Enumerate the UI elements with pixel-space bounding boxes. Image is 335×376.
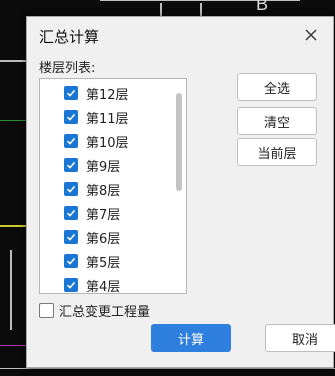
floor-label: 第8层 — [86, 183, 121, 199]
check-icon — [66, 113, 76, 121]
floor-item[interactable]: 第11层 — [64, 107, 129, 127]
summary-change-checkbox[interactable] — [39, 303, 54, 318]
cad-line — [0, 345, 26, 346]
checkbox-checked[interactable] — [64, 86, 78, 100]
calculate-button[interactable]: 计算 — [151, 324, 231, 352]
checkbox-checked[interactable] — [64, 134, 78, 148]
cad-line — [0, 225, 26, 227]
cad-line — [0, 368, 335, 369]
checkbox-checked[interactable] — [64, 278, 78, 292]
floor-list[interactable]: 第12层 第11层 第10层 第9层 第8层 第7层 第6层 第5层 第4层 — [39, 78, 187, 294]
floor-item[interactable]: 第10层 — [64, 131, 129, 151]
checkbox-checked[interactable] — [64, 254, 78, 268]
check-icon — [66, 161, 76, 169]
cancel-button[interactable]: 取消 — [265, 324, 335, 352]
check-icon — [66, 185, 76, 193]
check-icon — [66, 257, 76, 265]
check-icon — [66, 209, 76, 217]
summary-change-label: 汇总变更工程量 — [59, 305, 151, 320]
floor-item[interactable]: 第5层 — [64, 251, 120, 271]
select-all-button[interactable]: 全选 — [237, 73, 317, 101]
floor-label: 第9层 — [86, 159, 121, 175]
checkbox-checked[interactable] — [64, 182, 78, 196]
close-icon — [305, 29, 317, 41]
check-icon — [66, 89, 76, 97]
cad-label: B — [256, 0, 269, 14]
current-floor-button[interactable]: 当前层 — [237, 138, 317, 166]
checkbox-checked[interactable] — [64, 158, 78, 172]
dialog-title: 汇总计算 — [39, 28, 100, 46]
clear-button[interactable]: 清空 — [237, 107, 317, 135]
cad-line — [200, 3, 202, 16]
cad-line — [10, 250, 12, 330]
floor-item[interactable]: 第6层 — [64, 227, 120, 247]
floor-label: 第10层 — [86, 135, 129, 151]
floor-item[interactable]: 第12层 — [64, 83, 129, 103]
floor-list-label: 楼层列表: — [39, 61, 96, 76]
check-icon — [66, 137, 76, 145]
checkbox-checked[interactable] — [64, 110, 78, 124]
cad-line — [0, 120, 26, 121]
floor-item[interactable]: 第9层 — [64, 155, 120, 175]
checkbox-checked[interactable] — [64, 230, 78, 244]
floor-label: 第12层 — [86, 87, 129, 103]
cad-line — [100, 0, 300, 1]
floor-item[interactable]: 第7层 — [64, 203, 120, 223]
cad-line — [160, 3, 162, 16]
floor-label: 第6层 — [86, 231, 121, 247]
check-icon — [66, 233, 76, 241]
floor-label: 第11层 — [86, 111, 129, 127]
floor-item[interactable]: 第8层 — [64, 179, 120, 199]
summary-calculation-dialog: 汇总计算 楼层列表: 第12层 第11层 第10层 第9层 第8层 第7层 第6… — [26, 16, 335, 368]
floor-item[interactable]: 第4层 — [64, 275, 121, 294]
floor-label: 第4层 — [86, 279, 121, 294]
summary-change-checkbox-row[interactable]: 汇总变更工程量 — [39, 301, 150, 320]
floor-label: 第5层 — [86, 255, 121, 271]
check-icon — [66, 281, 76, 289]
list-scrollbar[interactable] — [176, 93, 182, 191]
cad-line — [0, 60, 26, 62]
floor-label: 第7层 — [86, 207, 121, 223]
close-button[interactable] — [301, 25, 321, 45]
checkbox-checked[interactable] — [64, 206, 78, 220]
